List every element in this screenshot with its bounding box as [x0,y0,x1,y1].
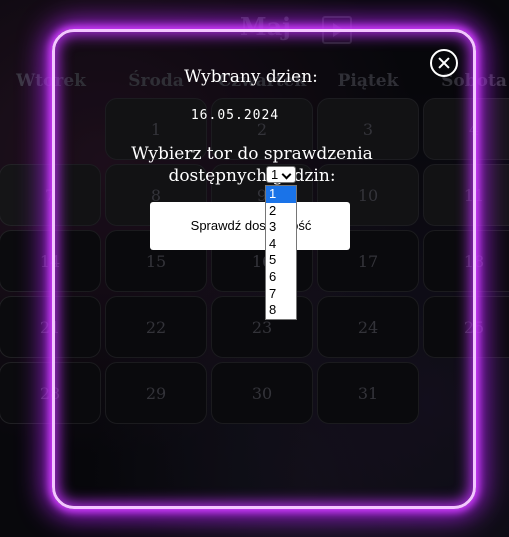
check-availability-button[interactable]: Sprawdź dostępność [150,202,350,250]
lane-select-value: 1 [271,167,279,182]
lane-option[interactable]: 8 [266,302,296,319]
selected-date: 16.05.2024 [190,108,280,123]
lane-option[interactable]: 2 [266,203,296,220]
selected-day-label: Wybrany dzien: [184,67,318,87]
lane-select[interactable]: 1 [266,166,296,183]
lane-option[interactable]: 5 [266,252,296,269]
lane-prompt: Wybierz tor do sprawdzenia dostępnych go… [131,144,373,186]
lane-dropdown-list[interactable]: 1 2 3 4 5 6 7 8 [265,185,297,320]
lane-option[interactable]: 3 [266,219,296,236]
lane-selection-modal [52,29,476,509]
lane-option[interactable]: 1 [266,186,296,203]
lane-option[interactable]: 6 [266,269,296,286]
chevron-down-icon [281,169,292,180]
lane-option[interactable]: 7 [266,286,296,303]
lane-option[interactable]: 4 [266,236,296,253]
